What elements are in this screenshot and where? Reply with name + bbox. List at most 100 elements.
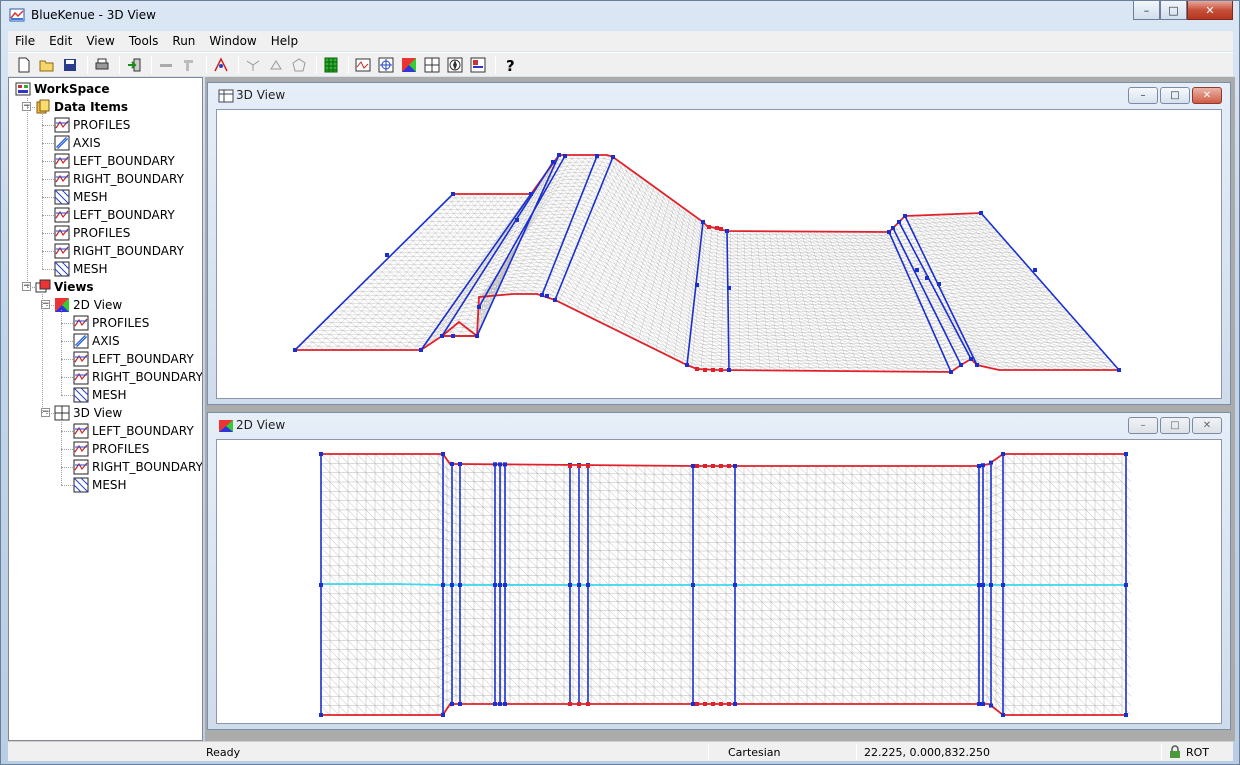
profile-node (989, 460, 993, 465)
point-button[interactable] (266, 55, 286, 75)
minimize-button[interactable]: – (1133, 1, 1160, 20)
view-3d-canvas[interactable] (216, 109, 1222, 399)
boundary-node (586, 702, 590, 706)
profile-node (458, 702, 462, 706)
compass-button[interactable] (445, 55, 465, 75)
boundary-node (711, 464, 715, 468)
mesh-2d-plot[interactable] (217, 440, 1221, 723)
new-button[interactable] (14, 55, 34, 75)
tree-item-right-boundary[interactable]: RIGHT_BOUNDARY (54, 242, 184, 260)
view-2d-canvas[interactable] (216, 439, 1222, 724)
profile-node-3d (937, 282, 941, 286)
tree-guide (27, 107, 35, 108)
profile-node (1001, 713, 1005, 717)
profile-node-3d (1117, 368, 1121, 372)
edit-button[interactable] (179, 55, 199, 75)
tree-item-left-boundary[interactable]: LEFT_BOUNDARY (54, 206, 175, 224)
polygon-button[interactable] (289, 55, 309, 75)
tree-item-label: Data Items (54, 100, 129, 114)
profile-node-3d (975, 363, 979, 367)
cross-icon (424, 57, 440, 72)
tree-item-mesh[interactable]: MESH (54, 188, 108, 206)
profile-node (981, 702, 985, 706)
menu-view[interactable]: View (79, 34, 121, 48)
menu-file[interactable]: File (8, 34, 42, 48)
view-3d-maximize-button[interactable]: □ (1160, 87, 1190, 104)
profile-node-3d (727, 368, 731, 372)
tree-view2d-item-axis[interactable]: AXIS (73, 332, 120, 350)
tree-guide (61, 323, 73, 324)
status-bar: Ready Cartesian 22.225, 0.000,832.250 RO… (8, 741, 1233, 761)
tree-item-label: LEFT_BOUNDARY (92, 352, 194, 366)
menu-bar: File Edit View Tools Run Window Help (8, 31, 1233, 51)
open-button[interactable] (37, 55, 57, 75)
tree-item-profiles[interactable]: PROFILES (54, 116, 130, 134)
tree-view-2d[interactable]: 2D View (54, 296, 122, 314)
line-button[interactable] (156, 55, 176, 75)
view-3d-close-button[interactable]: ✕ (1192, 87, 1222, 104)
profile-data-icon (54, 225, 70, 241)
close-button[interactable]: ✕ (1187, 1, 1233, 20)
tree-view3d-item-profiles[interactable]: PROFILES (73, 440, 149, 458)
tree-item-profiles[interactable]: PROFILES (54, 224, 130, 242)
maximize-button[interactable]: □ (1160, 1, 1187, 20)
cross-button[interactable] (422, 55, 442, 75)
tree-guide (42, 233, 54, 234)
save-button[interactable] (60, 55, 80, 75)
table-button[interactable] (468, 55, 488, 75)
tree-view2d-item-left-boundary[interactable]: LEFT_BOUNDARY (73, 350, 194, 368)
menu-run[interactable]: Run (165, 34, 202, 48)
tree-view2d-item-mesh[interactable]: MESH (73, 386, 127, 404)
boundary-node (711, 702, 715, 706)
toolbar: ? (8, 52, 1233, 76)
profile-node-3d (515, 218, 519, 222)
print-button[interactable] (92, 55, 112, 75)
view-2d-minimize-button[interactable]: – (1128, 417, 1158, 434)
minimize-icon: – (1140, 90, 1146, 101)
tree-view-3d[interactable]: 3D View (54, 404, 122, 422)
tree-item-label: PROFILES (92, 442, 150, 456)
menu-tools[interactable]: Tools (122, 34, 166, 48)
tree-item-right-boundary[interactable]: RIGHT_BOUNDARY (54, 170, 184, 188)
menu-edit[interactable]: Edit (42, 34, 79, 48)
import-button[interactable] (124, 55, 144, 75)
properties-icon (214, 56, 228, 71)
mesh-data-icon (73, 387, 89, 403)
data-items-icon (36, 99, 50, 114)
tree-views[interactable]: Views (35, 278, 94, 296)
node-button[interactable] (243, 55, 263, 75)
tree-view3d-item-left-boundary[interactable]: LEFT_BOUNDARY (73, 422, 194, 440)
view-2d-close-button[interactable]: ✕ (1192, 417, 1222, 434)
properties-button[interactable] (211, 55, 231, 75)
tree-view3d-item-right-boundary[interactable]: RIGHT_BOUNDARY (73, 458, 202, 476)
tree-item-label: MESH (92, 388, 127, 402)
tree-guide (46, 305, 54, 306)
tree-item-left-boundary[interactable]: LEFT_BOUNDARY (54, 152, 175, 170)
profile-node-3d (1033, 268, 1037, 272)
grid-button[interactable] (321, 55, 341, 75)
help-button[interactable]: ? (500, 55, 520, 75)
tree-item-label: WorkSpace (34, 82, 110, 96)
tree-item-mesh[interactable]: MESH (54, 260, 108, 278)
tree-view3d-item-mesh[interactable]: MESH (73, 476, 127, 494)
menu-window[interactable]: Window (202, 34, 263, 48)
tree-view2d-item-right-boundary[interactable]: RIGHT_BOUNDARY (73, 368, 202, 386)
tree-item-axis[interactable]: AXIS (54, 134, 101, 152)
tree-data-items[interactable]: Data Items (35, 98, 128, 116)
profile-node (450, 462, 454, 466)
view-3d-minimize-button[interactable]: – (1128, 87, 1158, 104)
tree-workspace[interactable]: WorkSpace (15, 80, 110, 98)
menu-help[interactable]: Help (264, 34, 305, 48)
tree-item-label: 3D View (73, 406, 123, 420)
colormap-button[interactable] (399, 55, 419, 75)
tree-guide (42, 179, 54, 180)
profile-button[interactable] (353, 55, 373, 75)
target-button[interactable] (376, 55, 396, 75)
import-icon (128, 58, 141, 71)
profile-data-icon (73, 459, 89, 475)
mesh-3d-plot[interactable] (217, 110, 1221, 398)
tree-view2d-item-profiles[interactable]: PROFILES (73, 314, 149, 332)
profile-node-3d (563, 154, 567, 158)
tree-item-label: LEFT_BOUNDARY (73, 208, 175, 222)
view-2d-maximize-button[interactable]: □ (1160, 417, 1190, 434)
